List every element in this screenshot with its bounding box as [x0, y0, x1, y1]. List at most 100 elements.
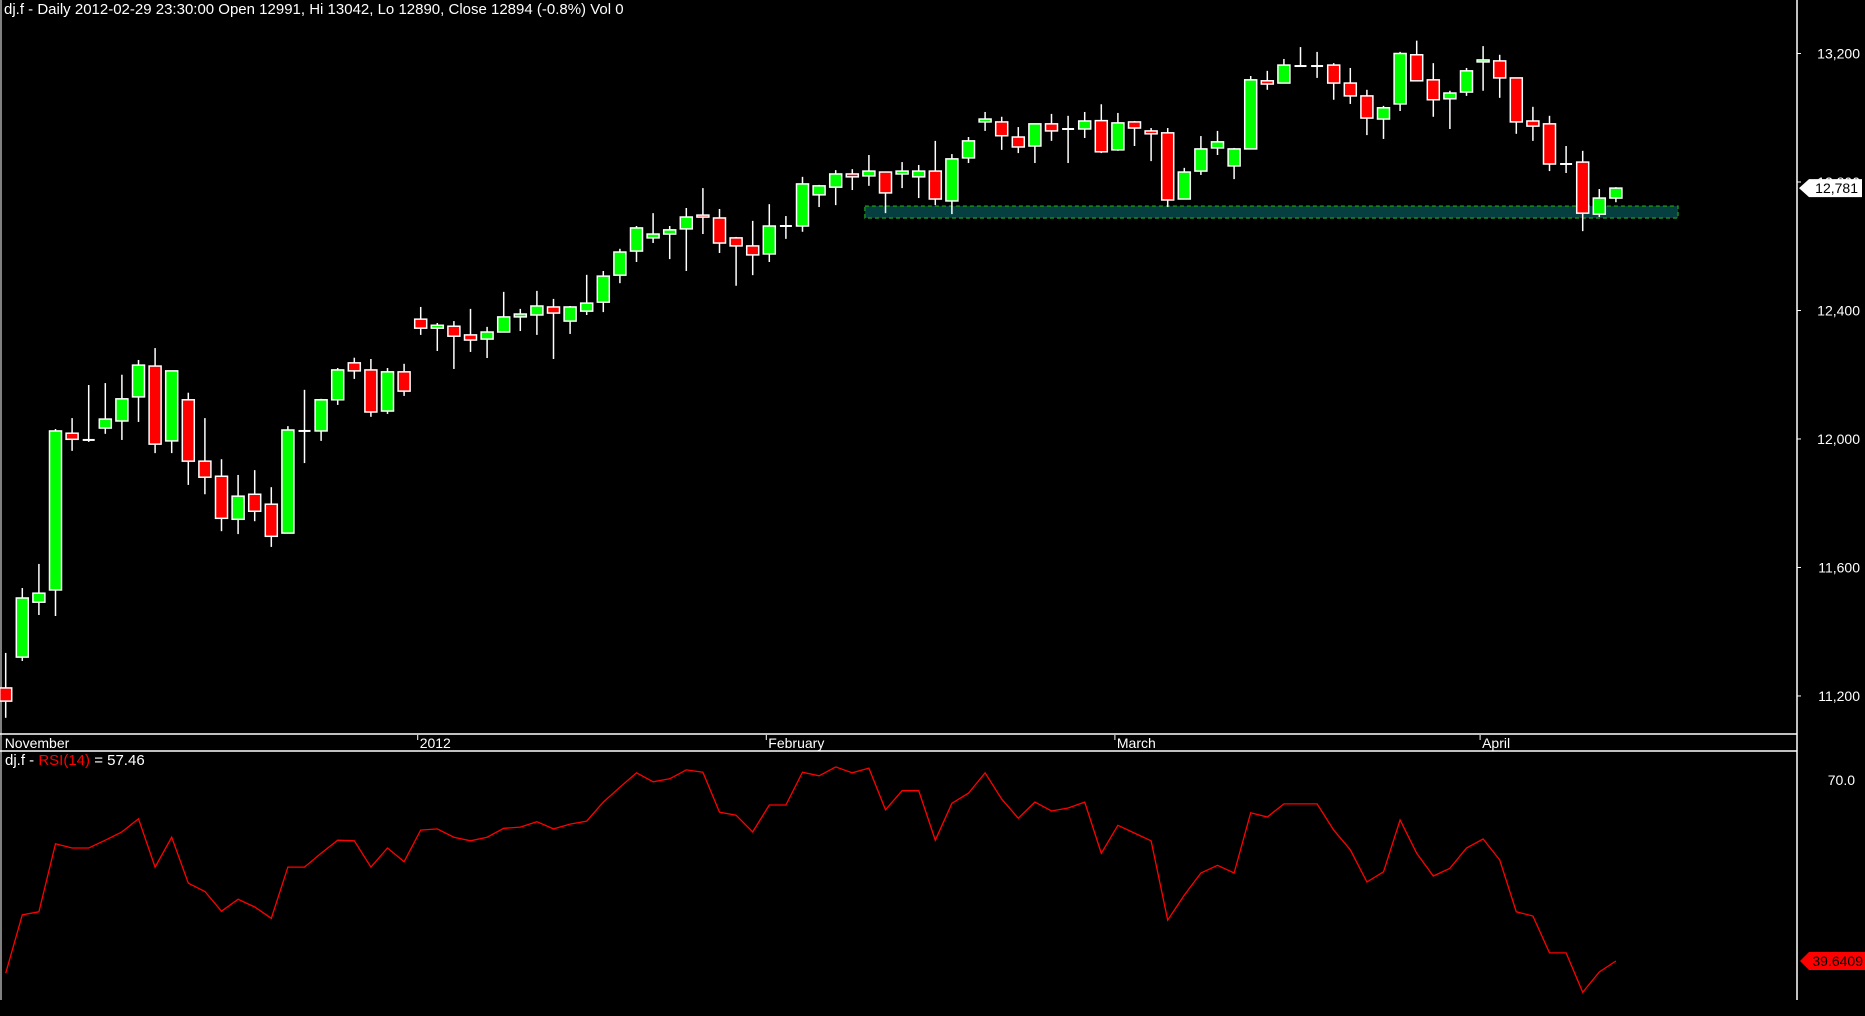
candle-body [1210, 141, 1225, 149]
candle [1194, 136, 1208, 175]
candle [1609, 187, 1623, 203]
candle [712, 208, 727, 253]
price-tick-label: 12,400 [1817, 302, 1860, 318]
candle [1393, 51, 1407, 112]
candle [596, 270, 611, 313]
candle [978, 111, 992, 131]
candle-body [1260, 80, 1275, 85]
candle [32, 563, 46, 616]
candle-body [1426, 79, 1441, 101]
candle-body [729, 237, 743, 247]
date-label: February [768, 735, 824, 751]
candle-body [1476, 59, 1490, 63]
candle [281, 426, 295, 534]
candle [447, 321, 461, 369]
candle-body [895, 170, 909, 175]
candle-body [1393, 52, 1407, 105]
candle [1062, 115, 1075, 164]
candle [679, 208, 694, 271]
candle-body [413, 318, 428, 329]
candle-body [1376, 107, 1391, 120]
candle [1360, 89, 1374, 136]
candle-body [1609, 187, 1623, 199]
candle [1111, 112, 1125, 151]
candle-body [629, 227, 644, 252]
candle [1160, 128, 1175, 208]
candle-body [1243, 79, 1258, 150]
candle-body [945, 158, 959, 202]
candle [1343, 67, 1358, 104]
candle-body [0, 687, 13, 702]
candle [1177, 167, 1192, 200]
candle [629, 226, 644, 262]
candle-body [1177, 171, 1192, 200]
candle [463, 308, 478, 352]
candle-body [596, 275, 611, 303]
candle-body [994, 121, 1009, 137]
candle [0, 652, 13, 718]
candle [1028, 123, 1042, 164]
candle [1509, 77, 1524, 134]
candle [380, 367, 395, 414]
date-label: 2012 [420, 735, 451, 751]
candle [1459, 67, 1474, 96]
candle [662, 226, 677, 260]
candle [98, 383, 113, 434]
candle-body [1409, 54, 1424, 82]
candle [397, 363, 411, 396]
candle-body [1360, 95, 1374, 119]
candle-body [181, 399, 196, 462]
candle-body [1028, 123, 1042, 147]
chart-canvas[interactable]: 13,20012,80012,40012,00011,60011,20012,7… [0, 0, 1865, 1016]
candle-body [1492, 60, 1507, 79]
support-zone[interactable] [864, 205, 1679, 219]
candle [231, 474, 245, 535]
candle [115, 374, 129, 440]
rsi-tick-label: 70.0 [1828, 772, 1855, 788]
candle [347, 357, 362, 379]
candle [1443, 90, 1457, 129]
candle-body [131, 364, 146, 398]
candle [812, 184, 826, 208]
candle [745, 220, 760, 276]
candle-body [198, 460, 212, 478]
candle-body [961, 140, 976, 159]
candle [1260, 70, 1275, 90]
candle-body [613, 251, 627, 276]
candle [613, 248, 627, 284]
candle-body [546, 306, 561, 314]
candle-body [214, 475, 229, 520]
date-axis[interactable]: November 2012 February March April [5, 735, 1510, 751]
price-axis[interactable]: 13,20012,80012,40012,00011,60011,20012,7… [1797, 46, 1862, 704]
last-price-label: 12,781 [1815, 180, 1858, 196]
candle [314, 398, 328, 441]
candle [1127, 120, 1142, 147]
candle-body [1592, 197, 1607, 215]
candle-body [712, 217, 727, 244]
candle [198, 418, 212, 495]
candle [646, 213, 660, 244]
candle [65, 418, 79, 451]
candle [164, 370, 179, 454]
candlestick-series [0, 40, 1623, 718]
candle-body [65, 432, 79, 441]
candle [563, 305, 577, 334]
price-tick-label: 12,000 [1817, 431, 1860, 447]
candle [82, 385, 95, 442]
date-label: November [5, 735, 70, 751]
rsi-indicator-name[interactable]: RSI(14) [38, 752, 90, 769]
candle [413, 306, 428, 335]
candle [1376, 105, 1391, 139]
rsi-value: = 57.46 [90, 752, 145, 769]
candle-body [447, 325, 461, 337]
candle [298, 389, 311, 464]
candle [1277, 58, 1291, 84]
candle [862, 155, 876, 186]
rsi-symbol: dj.f - [5, 752, 39, 769]
candle-body [928, 170, 943, 200]
candle-body [347, 362, 362, 372]
candle-body [862, 170, 876, 177]
candle [15, 588, 30, 661]
support-zone-rect[interactable] [864, 205, 1679, 219]
candle-body [1194, 148, 1208, 172]
